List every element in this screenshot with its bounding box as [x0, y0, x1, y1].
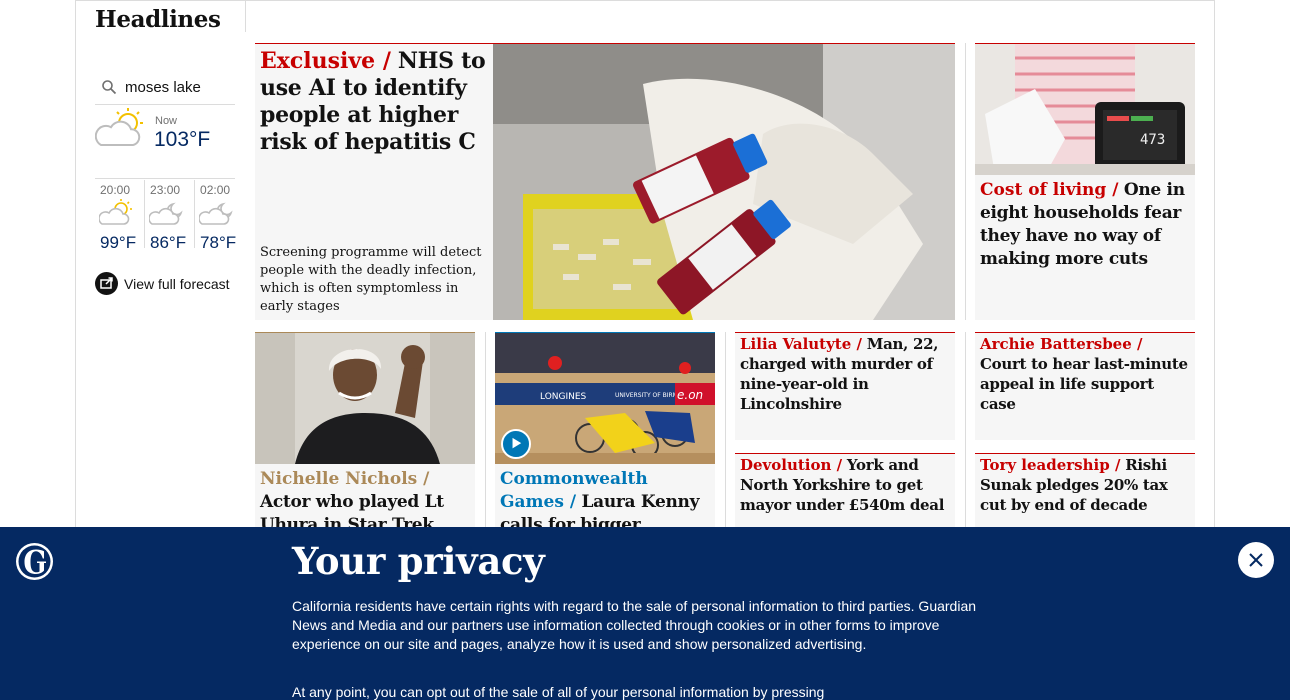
now-temperature: 103°F	[154, 128, 211, 151]
column-divider	[485, 332, 486, 532]
blood-sample-vials-photo[interactable]	[493, 44, 955, 320]
close-icon	[1249, 553, 1263, 567]
cost-of-living-card[interactable]: 473 Cost of living / One in eight househ…	[975, 43, 1195, 320]
column-divider	[965, 43, 966, 320]
forecast-link-label: View full forecast	[124, 275, 230, 292]
external-link-icon	[95, 272, 118, 295]
column-divider	[965, 332, 966, 532]
devolution-card[interactable]: Devolution / York and North Yorkshire to…	[735, 453, 955, 533]
hour-time: 23:00	[150, 183, 181, 197]
archie-headline-text: Court to hear last-minute appeal in life…	[980, 355, 1188, 413]
section-divider	[245, 0, 246, 32]
lilia-kicker: Lilia Valutyte /	[740, 335, 862, 353]
hour-temperature: 78°F	[200, 233, 237, 252]
guardian-g-logo[interactable]	[16, 543, 53, 580]
cloud-moon-icon	[149, 202, 183, 225]
lead-story-card[interactable]: Exclusive / NHS to use AI to identify pe…	[255, 43, 955, 320]
hour-time: 02:00	[200, 183, 231, 197]
view-forecast-link[interactable]: View full forecast	[95, 272, 230, 295]
partly-sunny-icon	[95, 108, 143, 146]
play-icon[interactable]	[501, 429, 531, 459]
hour-slot: 20:00 99°F	[95, 180, 146, 252]
devolution-kicker: Devolution /	[740, 456, 843, 474]
partly-sunny-icon	[99, 199, 132, 225]
section-title: Headlines	[95, 6, 221, 33]
tory-card[interactable]: Tory leadership / Rishi Sunak pledges 20…	[975, 453, 1195, 533]
archie-card[interactable]: Archie Battersbee / Court to hear last-m…	[975, 332, 1195, 440]
svg-text:473: 473	[1140, 132, 1165, 148]
nichols-kicker: Nichelle Nichols /	[260, 469, 430, 489]
lead-standfirst: Screening programme will detect people w…	[260, 245, 482, 314]
cost-of-living-headline[interactable]: Cost of living / One in eight households…	[980, 179, 1192, 271]
archie-kicker: Archie Battersbee /	[980, 335, 1143, 353]
svg-text:LONGINES: LONGINES	[540, 392, 587, 402]
hour-time: 20:00	[100, 183, 131, 197]
lead-kicker: Exclusive /	[260, 48, 391, 74]
svg-text:e.on: e.on	[677, 388, 703, 402]
archie-headline[interactable]: Archie Battersbee / Court to hear last-m…	[980, 334, 1192, 414]
lilia-headline[interactable]: Lilia Valutyte / Man, 22, charged with m…	[740, 334, 952, 414]
search-icon	[102, 80, 117, 95]
privacy-title: Your privacy	[292, 539, 545, 583]
privacy-banner: Your privacy California residents have c…	[0, 527, 1290, 700]
devolution-headline[interactable]: Devolution / York and North Yorkshire to…	[740, 455, 952, 515]
location-input[interactable]	[125, 78, 235, 96]
now-label: Now	[155, 115, 178, 127]
privacy-body: California residents have certain rights…	[292, 598, 977, 652]
lilia-card[interactable]: Lilia Valutyte / Man, 22, charged with m…	[735, 332, 955, 440]
frame-top-rule	[75, 0, 1215, 1]
hour-slot: 02:00 78°F	[195, 180, 245, 252]
hour-temperature: 86°F	[150, 233, 187, 252]
column-divider	[725, 332, 726, 532]
cloud-moon-icon	[199, 202, 233, 225]
hour-slot: 23:00 86°F	[145, 180, 196, 252]
hourly-forecast: 20:00 99°F 23:00 86°F 02:00 78°F	[95, 180, 245, 252]
cost-kicker: Cost of living /	[980, 180, 1119, 200]
weather-location-search[interactable]	[95, 70, 235, 105]
hour-temperature: 99°F	[100, 233, 137, 252]
privacy-body-optout: At any point, you can opt out of the sal…	[292, 684, 825, 700]
weather-now: Now 103°F	[95, 107, 245, 167]
close-privacy-button[interactable]	[1238, 542, 1274, 578]
commonwealth-card[interactable]: LONGINES UNIVERSITY OF BIRMINGHAM e.on C…	[495, 332, 715, 558]
tory-kicker: Tory leadership /	[980, 456, 1121, 474]
lead-headline[interactable]: Exclusive / NHS to use AI to identify pe…	[260, 48, 488, 156]
kettle-energy-meter-photo[interactable]: 473	[975, 44, 1195, 175]
nichols-card[interactable]: Nichelle Nichols / Actor who played Lt U…	[255, 332, 475, 558]
weather-divider	[95, 178, 235, 179]
nichelle-nichols-photo[interactable]	[255, 333, 475, 464]
tory-headline[interactable]: Tory leadership / Rishi Sunak pledges 20…	[980, 455, 1192, 515]
